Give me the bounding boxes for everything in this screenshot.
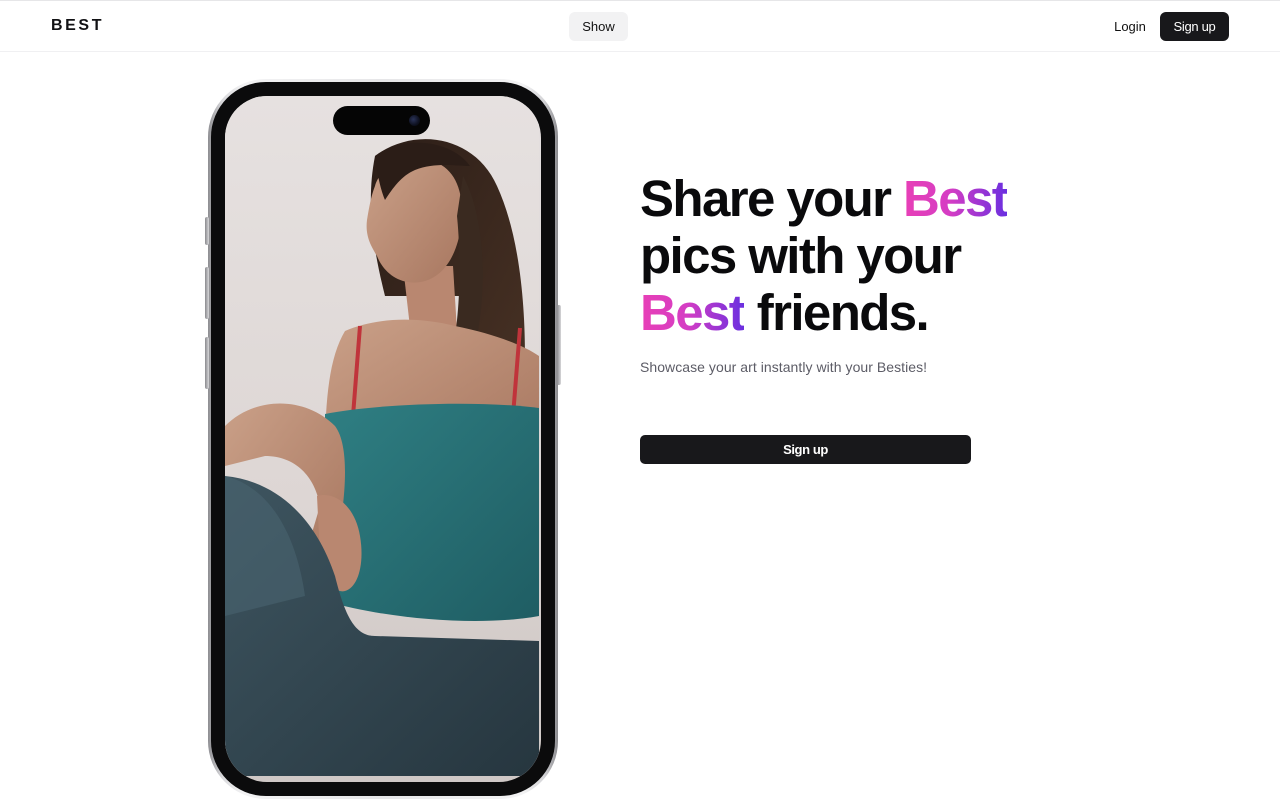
headline-line2-text: pics with your [640, 227, 962, 284]
login-link[interactable]: Login [1106, 12, 1154, 41]
phone-volume-down-button [205, 337, 209, 389]
hero-headline: Share your Best pics with your Best frie… [640, 170, 1060, 341]
phone-screen [225, 96, 541, 782]
phone-bezel [211, 82, 555, 796]
dynamic-island [333, 106, 430, 135]
hero-subtitle: Showcase your art instantly with your Be… [640, 359, 928, 375]
headline-highlight-best-2: Best [640, 284, 746, 341]
phone-action-button [205, 217, 209, 245]
hero-signup-button[interactable]: Sign up [640, 435, 971, 464]
phone-power-button [557, 305, 561, 385]
woman-portrait-image [225, 96, 539, 776]
headline-line1-text: Share your [640, 170, 903, 227]
headline-line3-text: friends. [744, 284, 930, 341]
brand-logo[interactable]: BEST [51, 17, 104, 35]
phone-mockup [205, 79, 561, 799]
headline-highlight-best-1: Best [903, 170, 1009, 227]
phone-volume-up-button [205, 267, 209, 319]
front-camera-icon [409, 115, 420, 126]
header-signup-button[interactable]: Sign up [1160, 12, 1229, 41]
show-button[interactable]: Show [569, 12, 628, 41]
top-navbar: BEST Show Login Sign up [0, 0, 1280, 52]
